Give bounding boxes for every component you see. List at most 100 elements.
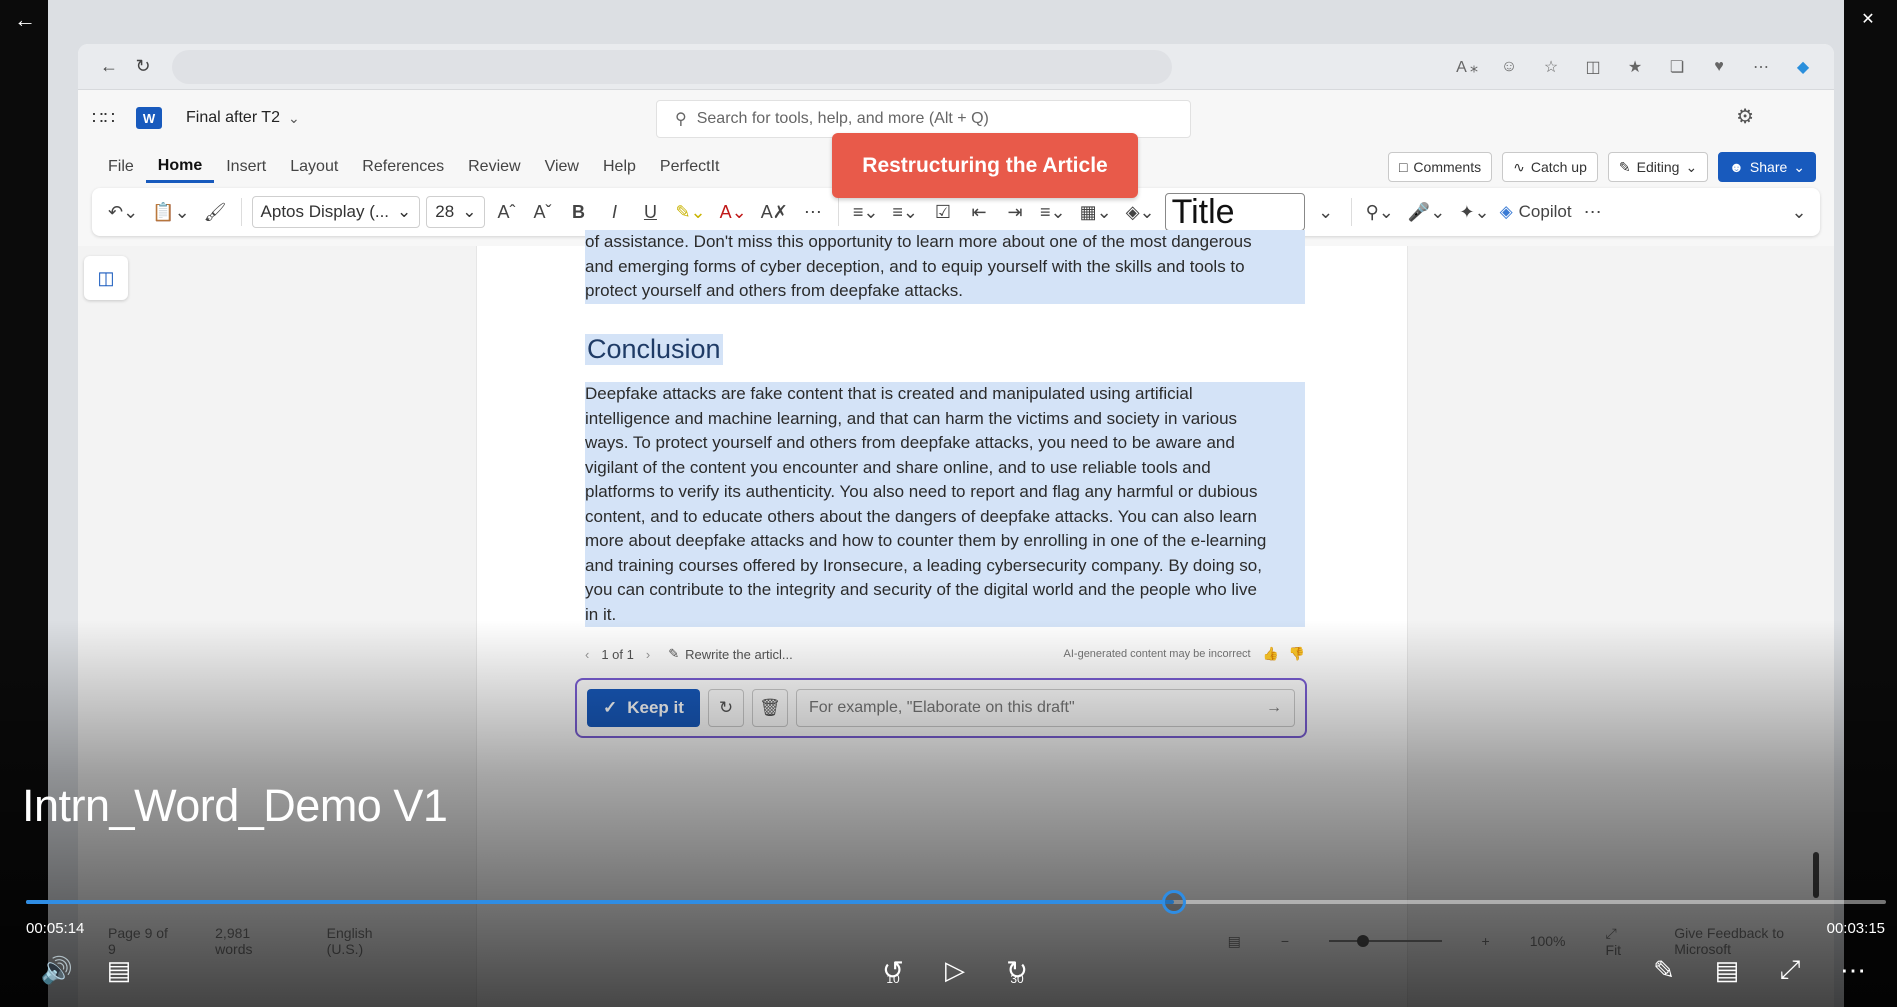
align-icon[interactable]: ≡⌄ xyxy=(1036,196,1070,228)
document-title[interactable]: Final after T2 xyxy=(186,109,280,127)
tab-file[interactable]: File xyxy=(96,146,146,188)
undo-icon[interactable]: ↶⌄ xyxy=(104,196,142,228)
clear-formatting-icon[interactable]: A✗ xyxy=(757,196,792,228)
underline-icon[interactable]: U xyxy=(635,196,665,228)
more-options-icon[interactable]: ⋯ xyxy=(1830,950,1876,990)
skip-forward-button[interactable]: ↻ 30 xyxy=(994,950,1040,990)
share-label: Share xyxy=(1749,159,1788,175)
app-launcher-icon[interactable]: ∷∷ xyxy=(92,108,115,129)
tab-layout[interactable]: Layout xyxy=(278,146,350,188)
divider xyxy=(837,198,839,226)
zoom-slider[interactable] xyxy=(1329,935,1442,947)
skip-back-button[interactable]: ↺ 10 xyxy=(870,950,916,990)
copilot-button[interactable]: ◈ Copilot xyxy=(1500,202,1572,222)
tab-home[interactable]: Home xyxy=(145,151,215,183)
mini-view-icon[interactable]: ▤ xyxy=(1704,950,1750,990)
seek-bar[interactable] xyxy=(26,890,1886,914)
rewrite-prompt-link[interactable]: ✎ Rewrite the articl... xyxy=(668,646,793,662)
navigation-pane-icon[interactable]: ◫ xyxy=(84,256,128,300)
tab-perfectit[interactable]: PerfectIt xyxy=(648,146,732,188)
seek-bar-thumb[interactable] xyxy=(1161,890,1186,914)
more-font-options-icon[interactable]: ⋯ xyxy=(798,196,828,228)
address-bar[interactable] xyxy=(172,49,1172,84)
delete-trash-icon[interactable]: 🗑 xyxy=(751,689,788,727)
copilot-logo-icon[interactable]: ◆ xyxy=(1786,52,1820,82)
browser-essentials-icon[interactable]: ♥ xyxy=(1702,52,1736,82)
collapse-ribbon-icon[interactable]: ⌄ xyxy=(1784,196,1814,228)
favorites-icon[interactable]: ★ xyxy=(1618,52,1652,82)
thumbs-down-icon[interactable]: 👎 xyxy=(1289,646,1305,662)
browser-back-icon[interactable]: ← xyxy=(92,52,126,82)
tab-review[interactable]: Review xyxy=(456,146,532,188)
zoom-level[interactable]: 100% xyxy=(1530,933,1566,949)
favorite-star-icon[interactable]: ☆ xyxy=(1534,52,1568,82)
browser-window: ← ↻ A ⁎ ☺ ☆ ◫ ★ ❏ ♥ ⋯ ◆ ∷∷ W Final after… xyxy=(78,44,1834,1007)
bold-icon[interactable]: B xyxy=(563,196,593,228)
numbering-icon[interactable]: ≡⌄ xyxy=(888,196,922,228)
refine-prompt-input[interactable]: For example, "Elaborate on this draft" → xyxy=(795,689,1295,727)
profile-icon[interactable]: ☺ xyxy=(1492,52,1526,82)
increase-indent-icon[interactable]: ⇥ xyxy=(1000,196,1030,228)
back-arrow-icon[interactable]: ← xyxy=(10,6,40,34)
tab-references[interactable]: References xyxy=(350,146,456,188)
font-name-select[interactable]: Aptos Display (... ⌄ xyxy=(251,196,421,228)
scrollbar-thumb[interactable] xyxy=(1813,852,1819,898)
font-color-icon[interactable]: A⌄ xyxy=(716,196,751,228)
settings-gear-icon[interactable]: ⚙ xyxy=(1736,104,1754,129)
send-arrow-icon[interactable]: → xyxy=(1266,699,1282,717)
tab-view[interactable]: View xyxy=(533,146,591,188)
bullets-icon[interactable]: ≡⌄ xyxy=(849,196,883,228)
borders-icon[interactable]: ▦⌄ xyxy=(1076,196,1116,228)
tab-help[interactable]: Help xyxy=(591,146,648,188)
style-gallery[interactable]: Title xyxy=(1164,193,1305,231)
styles-dropdown-icon[interactable]: ⌄ xyxy=(1311,196,1341,228)
page-view-icon[interactable]: ▤ xyxy=(1228,933,1241,950)
keep-it-button[interactable]: ✓ Keep it xyxy=(587,689,700,727)
paragraph-partial: of assistance. Don't miss this opportuni… xyxy=(585,230,1305,304)
highlight-icon[interactable]: ✎⌄ xyxy=(671,196,709,228)
text-line: more about deepfake attacks and how to c… xyxy=(585,529,1305,554)
captions-icon[interactable]: ▤ xyxy=(96,950,142,990)
more-options-icon[interactable]: ⋯ xyxy=(1578,196,1608,228)
catch-up-button[interactable]: ∿ Catch up xyxy=(1502,152,1598,182)
collections-icon[interactable]: ❏ xyxy=(1660,52,1694,82)
share-person-icon: ☻ xyxy=(1729,159,1744,175)
grow-font-icon[interactable]: Aˆ xyxy=(491,196,521,228)
previous-chevron-icon[interactable]: ‹ xyxy=(585,647,589,662)
play-icon[interactable]: ▷ xyxy=(932,950,978,990)
fit-button[interactable]: ⤢ Fit xyxy=(1606,925,1635,958)
chevron-down-icon: ⌄ xyxy=(1685,158,1698,175)
editing-mode-button[interactable]: ✎ Editing ⌄ xyxy=(1607,152,1709,182)
copilot-icon: ◈ xyxy=(1499,202,1513,221)
volume-icon[interactable]: 🔊 xyxy=(34,950,80,990)
chevron-down-icon[interactable]: ⌄ xyxy=(288,110,300,127)
result-counter: 1 of 1 xyxy=(601,646,634,662)
read-aloud-icon[interactable]: A ⁎ xyxy=(1450,52,1484,82)
shrink-font-icon[interactable]: Aˇ xyxy=(527,196,557,228)
find-icon[interactable]: ⚲⌄ xyxy=(1362,196,1398,228)
font-size-select[interactable]: 28 ⌄ xyxy=(426,196,486,228)
fullscreen-icon[interactable]: ⤢ xyxy=(1767,950,1813,990)
regenerate-icon[interactable]: ↻ xyxy=(707,689,744,727)
close-icon[interactable]: ✕ xyxy=(1839,0,1897,38)
dictate-microphone-icon[interactable]: 🎤⌄ xyxy=(1404,196,1450,228)
italic-icon[interactable]: I xyxy=(599,196,629,228)
checklist-icon[interactable]: ☑ xyxy=(928,196,958,228)
next-chevron-icon[interactable]: › xyxy=(646,647,650,662)
thumbs-up-icon[interactable]: 👍 xyxy=(1263,646,1279,662)
decrease-indent-icon[interactable]: ⇤ xyxy=(964,196,994,228)
tab-insert[interactable]: Insert xyxy=(214,146,278,188)
zoom-out-icon[interactable]: − xyxy=(1281,933,1289,949)
clipboard-icon[interactable]: 📋⌄ xyxy=(148,196,194,228)
refresh-icon[interactable]: ↻ xyxy=(126,52,160,82)
format-painter-icon[interactable]: 🖌 xyxy=(200,196,231,228)
pen-icon[interactable]: ✎ xyxy=(1641,950,1687,990)
share-button[interactable]: ☻ Share ⌄ xyxy=(1718,152,1816,182)
shading-icon[interactable]: ◈⌄ xyxy=(1122,196,1159,228)
comments-button[interactable]: □ Comments xyxy=(1387,152,1493,182)
zoom-in-icon[interactable]: + xyxy=(1482,933,1490,949)
keep-it-label: Keep it xyxy=(627,698,684,717)
designer-wand-icon[interactable]: ✦⌄ xyxy=(1455,196,1493,228)
split-screen-icon[interactable]: ◫ xyxy=(1576,52,1610,82)
more-icon[interactable]: ⋯ xyxy=(1744,52,1778,82)
